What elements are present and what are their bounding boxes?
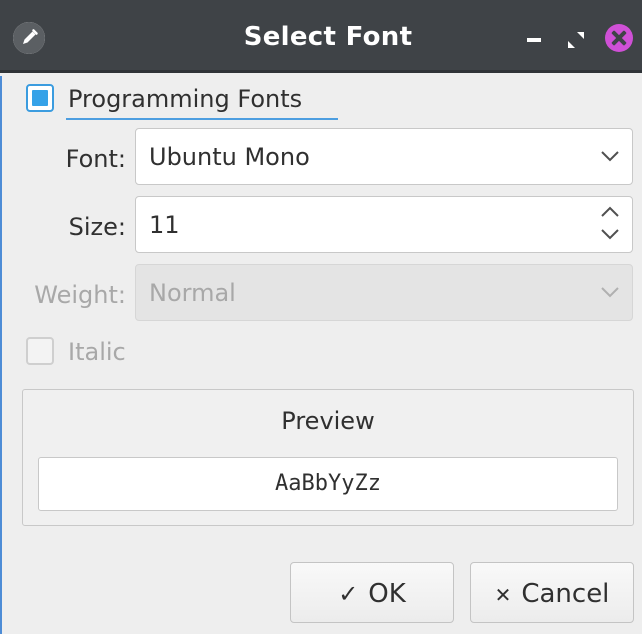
dialog-content: Programming Fonts Font: Ubuntu Mono Size… [0, 76, 642, 634]
size-label: Size: [68, 213, 126, 241]
italic-label[interactable]: Italic [68, 338, 126, 366]
select-font-dialog: Select Font Programming Fonts Font: Ubun… [0, 0, 642, 634]
dialog-title: Select Font [243, 22, 413, 52]
check-icon: ✓ [338, 580, 359, 608]
spin-down-icon[interactable] [600, 227, 620, 241]
programming-fonts-label[interactable]: Programming Fonts [68, 85, 302, 113]
weight-label: Weight: [34, 281, 126, 309]
minimize-icon[interactable] [527, 38, 541, 42]
title-bar[interactable]: Select Font [0, 0, 642, 73]
weight-select[interactable]: Normal [135, 264, 633, 321]
ok-button-label: OK [368, 579, 406, 609]
font-select-value: Ubuntu Mono [149, 143, 310, 171]
focus-underline [66, 118, 338, 120]
weight-select-value: Normal [149, 279, 236, 307]
preview-sample: AaBbYyZz [38, 457, 618, 511]
italic-checkbox[interactable] [26, 337, 54, 365]
ok-button[interactable]: ✓ OK [290, 562, 454, 623]
chevron-down-icon [601, 287, 619, 298]
chevron-down-icon [601, 151, 619, 162]
cancel-button-label: Cancel [521, 579, 610, 609]
cancel-button[interactable]: ✕ Cancel [470, 562, 634, 623]
programming-fonts-checkbox[interactable] [26, 84, 54, 112]
size-spinbox[interactable]: 11 [135, 196, 633, 253]
x-icon: ✕ [494, 583, 512, 607]
preview-title: Preview [281, 407, 375, 435]
spin-up-icon[interactable] [600, 205, 620, 219]
size-spinbox-value: 11 [149, 211, 180, 239]
maximize-icon[interactable] [566, 30, 586, 50]
close-icon[interactable] [605, 24, 633, 52]
font-label: Font: [65, 145, 126, 173]
preview-group: Preview AaBbYyZz [22, 389, 634, 526]
font-select[interactable]: Ubuntu Mono [135, 128, 633, 185]
